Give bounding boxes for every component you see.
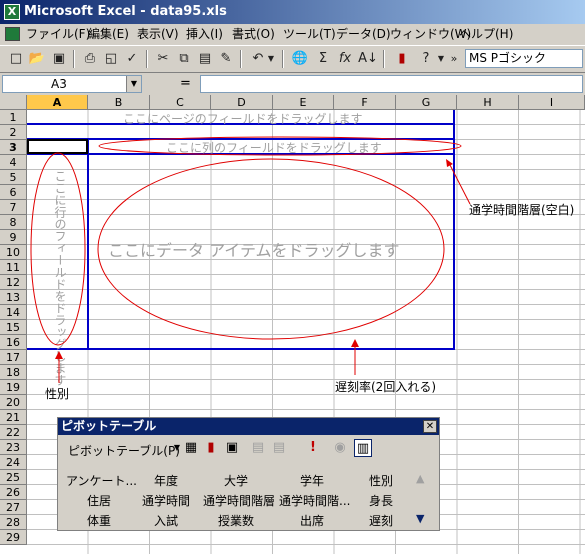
name-box-dropdown-icon[interactable]: ▼ xyxy=(126,76,141,92)
help-dropdown-icon[interactable]: ▼ xyxy=(436,49,446,69)
menu-bar: ファイル(F) 編集(E) 表示(V) 挿入(I) 書式(O) ツール(T) デ… xyxy=(0,24,585,46)
menu-help[interactable]: ヘルプ(H) xyxy=(459,24,513,45)
formula-input[interactable] xyxy=(200,75,583,93)
window-title: Microsoft Excel - data95.xls xyxy=(24,4,227,19)
pivot-field-button[interactable]: 通学時間 xyxy=(133,492,199,509)
chart-wizard-icon[interactable]: ▮ xyxy=(392,49,412,69)
pivot-field-button[interactable]: 体重 xyxy=(66,512,132,529)
menu-file[interactable]: ファイル(F) xyxy=(26,24,90,45)
refresh-data-icon[interactable]: ! xyxy=(304,439,322,457)
pivot-field-button[interactable]: 授業数 xyxy=(203,512,269,529)
pivottable-menu-button[interactable]: ピボットテーブル(P) xyxy=(68,442,180,459)
toolbar-separator xyxy=(282,50,284,68)
format-painter-icon[interactable]: ✎ xyxy=(216,49,236,69)
field-settings-icon[interactable]: ◉ xyxy=(331,439,349,457)
format-report-icon[interactable]: ▦ xyxy=(182,439,200,457)
pivot-field-button[interactable]: 身長 xyxy=(348,492,414,509)
hide-fields-icon[interactable]: ▥ xyxy=(354,439,372,457)
menu-insert[interactable]: 挿入(I) xyxy=(186,24,223,45)
pivot-field-button[interactable]: 入試 xyxy=(133,512,199,529)
sort-ascending-icon[interactable]: A↓ xyxy=(358,49,378,69)
pivot-field-button[interactable]: 遅刻 xyxy=(348,512,414,529)
help-icon[interactable]: ? xyxy=(416,49,436,69)
autosum-icon[interactable]: Σ xyxy=(313,49,333,69)
standard-toolbar: □ 📂 ▣ ⎙ ◱ ✓ ✂ ⧉ ▤ ✎ ↶ ▼ 🌐 Σ fx A↓ ▮ ? ▼ … xyxy=(0,46,585,73)
more-buttons-icon[interactable]: » xyxy=(448,49,460,69)
hyperlink-icon[interactable]: 🌐 xyxy=(290,49,310,69)
title-bar: X Microsoft Excel - data95.xls xyxy=(0,0,585,24)
toolbar-separator xyxy=(383,50,385,68)
close-icon[interactable]: ✕ xyxy=(423,420,437,433)
pivottable-wizard-icon[interactable]: ▣ xyxy=(223,439,241,457)
formula-bar: A3 ▼ = xyxy=(0,73,585,96)
save-icon[interactable]: ▣ xyxy=(49,49,69,69)
font-name-select[interactable]: MS Pゴシック xyxy=(465,49,583,68)
pivottable-toolbar-title[interactable]: ピボットテーブル xyxy=(58,418,439,435)
pivot-field-button[interactable]: 通学時間階層 xyxy=(203,492,275,509)
pivot-field-button[interactable]: 通学時間階... xyxy=(279,492,350,509)
pivot-field-button[interactable]: アンケート... xyxy=(66,472,137,489)
pivot-field-button[interactable]: 大学 xyxy=(203,472,269,489)
undo-dropdown-icon[interactable]: ▼ xyxy=(266,49,276,69)
new-icon[interactable]: □ xyxy=(6,49,26,69)
copy-icon[interactable]: ⧉ xyxy=(174,49,194,69)
open-icon[interactable]: 📂 xyxy=(27,49,47,69)
data-note-label: 遅刻率(2回入れる) xyxy=(335,380,436,394)
pivottable-toolbar[interactable]: ピボットテーブル ✕ ピボットテーブル(P) ▼ ▦ ▮ ▣ ▤ ▤ ! ◉ ▥… xyxy=(57,417,440,531)
menu-data[interactable]: データ(D) xyxy=(336,24,391,45)
column-note-label: 通学時間階層(空白) xyxy=(469,203,575,217)
print-icon[interactable]: ⎙ xyxy=(80,49,100,69)
hide-detail-icon[interactable]: ▤ xyxy=(249,439,267,457)
formula-equals-icon[interactable]: = xyxy=(180,75,191,93)
pivot-field-button[interactable]: 年度 xyxy=(133,472,199,489)
scroll-down-icon[interactable]: ▼ xyxy=(416,512,424,525)
menu-view[interactable]: 表示(V) xyxy=(137,24,179,45)
menu-tools[interactable]: ツール(T) xyxy=(283,24,336,45)
cut-icon[interactable]: ✂ xyxy=(153,49,173,69)
undo-icon[interactable]: ↶ xyxy=(248,49,268,69)
print-preview-icon[interactable]: ◱ xyxy=(101,49,121,69)
name-box-value: A3 xyxy=(51,77,67,91)
pivot-field-button[interactable]: 出席 xyxy=(279,512,345,529)
row-note-label: 性別 xyxy=(45,387,70,401)
spellcheck-icon[interactable]: ✓ xyxy=(122,49,142,69)
toolbar-separator xyxy=(73,50,75,68)
show-detail-icon[interactable]: ▤ xyxy=(270,439,288,457)
menu-format[interactable]: 書式(O) xyxy=(232,24,275,45)
workbook-icon[interactable] xyxy=(5,27,20,41)
pivot-field-button[interactable]: 性別 xyxy=(348,472,414,489)
pivot-field-button[interactable]: 住居 xyxy=(66,492,132,509)
pivot-field-button[interactable]: 学年 xyxy=(279,472,345,489)
toolbar-separator xyxy=(240,50,242,68)
scroll-up-icon[interactable]: ▲ xyxy=(416,472,424,485)
paste-icon[interactable]: ▤ xyxy=(195,49,215,69)
toolbar-separator xyxy=(146,50,148,68)
chart-wizard-icon[interactable]: ▮ xyxy=(202,439,220,457)
function-icon[interactable]: fx xyxy=(335,49,355,69)
menu-edit[interactable]: 編集(E) xyxy=(88,24,129,45)
excel-logo-icon: X xyxy=(4,4,20,20)
name-box[interactable]: A3 ▼ xyxy=(2,75,142,93)
